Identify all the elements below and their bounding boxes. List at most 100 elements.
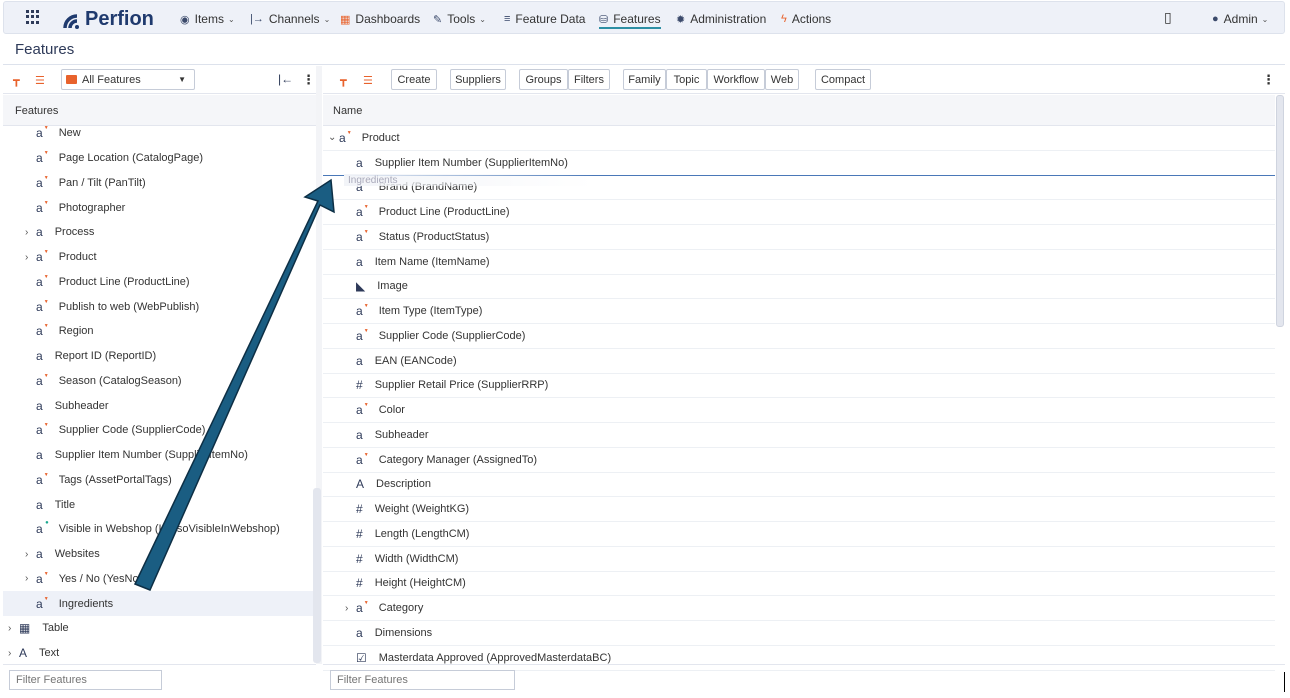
chevron-right-icon[interactable]: › [8,623,16,634]
tree-item-label: Color [378,404,405,417]
create-button[interactable]: Create [391,69,437,90]
right-filter-input[interactable] [330,670,515,690]
tree-item[interactable]: a EAN (EANCode) [323,349,1275,374]
string-type-icon: a [36,323,48,338]
family-button[interactable]: Family [623,69,666,90]
chevron-down-icon[interactable]: ⌄ [328,132,336,143]
left-scrollbar[interactable] [313,488,321,663]
nav-actions[interactable]: ϟ Actions [781,12,831,26]
tree-item-label: Supplier Retail Price (SupplierRRP) [374,379,549,392]
tree-view-icon[interactable]: ┳ [340,74,347,87]
user-menu[interactable]: ● Admin ⌄ [1212,12,1268,26]
chevron-right-icon[interactable]: › [25,549,33,560]
gear-icon: ✹ [676,13,686,26]
nav-label: Feature Data [515,12,586,26]
tree-item[interactable]: a Color [323,398,1275,424]
tree-item[interactable]: ›a Product [3,245,313,270]
tree-item[interactable]: › a Websites [3,542,313,567]
tree-item[interactable]: # Length (LengthCM) [323,522,1275,547]
nav-dashboards[interactable]: ▦ Dashboards [340,12,420,26]
tree-item[interactable]: a Subheader [3,393,313,418]
list-view-icon[interactable]: ☰ [35,74,45,87]
tree-item[interactable]: a Season (CatalogSeason) [3,369,313,394]
tree-item[interactable]: › a Process [3,220,313,245]
tree-item[interactable]: ›a Category [323,596,1275,622]
tree-item[interactable]: # Supplier Retail Price (SupplierRRP) [323,374,1275,399]
tree-item[interactable]: a Product Line (ProductLine) [323,200,1275,226]
tree-item[interactable]: ◣ Image [323,275,1275,300]
user-icon: ● [1212,13,1219,25]
more-options-icon[interactable]: ⋮ [1262,72,1275,88]
tree-item[interactable]: ›a Yes / No (YesNo) [3,567,313,592]
list-view-icon[interactable]: ☰ [363,74,373,87]
tree-item[interactable]: # Width (WidthCM) [323,547,1275,572]
tree-item[interactable]: a Item Type (ItemType) [323,299,1275,325]
tree-item-selected[interactable]: a Ingredients [3,591,313,617]
tree-item-label: Table [42,622,69,635]
compact-button[interactable]: Compact [815,69,871,90]
tree-item[interactable]: a Category Manager (AssignedTo) [323,448,1275,473]
tree-item[interactable]: a Title [3,492,313,517]
clipboard-button[interactable]: ▯ [1164,9,1172,26]
nav-feature-data[interactable]: ≡ Feature Data [504,12,585,26]
tree-item[interactable]: a Product Line (ProductLine) [3,270,313,295]
tree-item-label: Supplier Item Number (SupplierItemNo) [374,156,568,169]
chevron-right-icon[interactable]: › [25,227,33,238]
chevron-right-icon[interactable]: › [25,252,33,263]
topic-button[interactable]: Topic [666,69,707,90]
tree-item[interactable]: a Report ID (ReportID) [3,344,313,369]
web-button[interactable]: Web [765,69,799,90]
name-column-header[interactable]: Name [323,95,1275,126]
tree-item[interactable]: a Item Name (ItemName) [323,250,1275,275]
tree-item[interactable]: a New [3,121,313,146]
groups-button[interactable]: Groups [519,69,568,90]
tree-item[interactable]: a Supplier Code (SupplierCode) [323,324,1275,349]
workflow-button[interactable]: Workflow [707,69,765,90]
tree-item[interactable]: a Publish to web (WebPublish) [3,294,313,319]
nav-items[interactable]: ◉ Items ⌄ [180,12,235,26]
feature-scope-select[interactable]: All Features ▼ [61,69,195,90]
tree-item[interactable]: a Tags (AssetPortalTags) [3,468,313,493]
tree-item[interactable]: ⌄a Product [323,126,1275,151]
tree-item[interactable]: a Subheader [323,423,1275,448]
filters-button[interactable]: Filters [568,69,610,90]
tree-item-label: Yes / No (YesNo) [58,572,143,585]
tree-item[interactable]: a Photographer [3,195,313,220]
nav-channels[interactable]: |→ Channels ⌄ [250,12,330,26]
tree-view-icon[interactable]: ┳ [13,74,20,87]
chevron-right-icon[interactable]: › [345,603,353,614]
tree-item-label: Length (LengthCM) [374,527,470,540]
string-type-icon: a [36,547,43,562]
tree-item[interactable]: a Supplier Item Number (SupplierItemNo) [323,151,1275,176]
tree-item[interactable]: # Weight (WeightKG) [323,497,1275,523]
tree-item[interactable]: a Supplier Code (SupplierCode) [3,418,313,443]
tree-item[interactable]: a Status (ProductStatus) [323,225,1275,250]
suppliers-button[interactable]: Suppliers [450,69,506,90]
tree-item[interactable]: a Dimensions [323,621,1275,646]
left-filter-input[interactable] [9,670,162,690]
chevron-down-icon: ⌄ [479,14,486,24]
more-options-icon[interactable]: ⋮ [302,72,315,88]
nav-tools[interactable]: ✎ Tools ⌄ [433,12,486,26]
tree-item[interactable]: a Supplier Item Number (SupplierItemNo) [3,443,313,468]
string-type-icon: a [36,497,43,512]
right-scrollbar[interactable] [1276,95,1284,327]
chevron-right-icon[interactable]: › [25,573,33,584]
tree-item[interactable]: › ▦ Table [3,616,313,641]
chevron-right-icon[interactable]: › [8,648,16,659]
tree-item-label: Supplier Code (SupplierCode) [58,424,206,437]
tree-item[interactable]: # Height (HeightCM) [323,572,1275,597]
tree-item[interactable]: A Description [323,473,1275,498]
nav-features[interactable]: ⛁ Features [599,12,661,29]
app-grid-icon[interactable] [26,10,42,24]
nav-administration[interactable]: ✹ Administration [676,12,766,26]
tree-item[interactable]: a Page Location (CatalogPage) [3,146,313,171]
collapse-panel-icon[interactable]: |← [278,72,293,86]
tree-item[interactable]: a Pan / Tilt (PanTilt) [3,171,313,196]
tree-item[interactable]: a Visible in Webshop (IsAlsoVisibleInWebs… [3,517,313,542]
tree-item[interactable]: › A Text [3,641,313,666]
number-type-icon: # [356,526,363,541]
text-type-icon: A [356,477,365,492]
tree-item-label: Description [376,478,432,491]
tree-item[interactable]: a Region [3,319,313,344]
